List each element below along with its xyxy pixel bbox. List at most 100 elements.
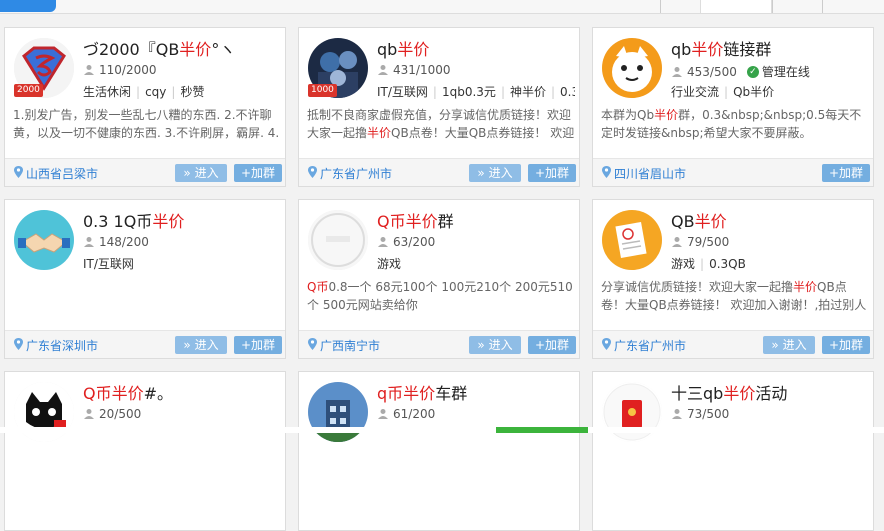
user-icon: [378, 409, 388, 419]
member-count: 20/500: [83, 407, 141, 421]
group-tag: IT/互联网: [83, 257, 134, 271]
group-tag: 0.3qb: [560, 85, 575, 99]
location-label[interactable]: 广东省广州市: [602, 337, 686, 354]
tmall-cat-icon[interactable]: [14, 382, 74, 442]
admin-online-status: ✓ 管理在线: [746, 63, 810, 80]
join-group-button[interactable]: +加群: [234, 336, 282, 354]
default-avatar-icon[interactable]: [308, 210, 368, 270]
group-tag: IT/互联网: [377, 85, 428, 99]
user-icon: [84, 409, 94, 419]
group-tag: 秒赞: [180, 85, 205, 99]
member-count: 61/200: [377, 407, 435, 421]
group-title[interactable]: 0.3 1Q币半价: [83, 208, 184, 232]
user-icon: [84, 237, 94, 247]
group-card[interactable]: Q币半价群 63/200 游戏 Q币0.8一个 68元100个 100元210个 20…: [298, 199, 580, 359]
card-footer: 广西南宁市 » 进入 +加群: [299, 330, 579, 358]
location-label[interactable]: 山西省吕梁市: [14, 165, 98, 182]
join-group-button[interactable]: +加群: [528, 336, 576, 354]
user-icon: [672, 66, 682, 77]
document-icon[interactable]: [602, 210, 662, 270]
enter-button[interactable]: » 进入: [763, 336, 815, 354]
group-card[interactable]: Q币半价#。 20/500: [4, 371, 286, 531]
level-badge: 2000: [14, 84, 43, 97]
building-icon[interactable]: [308, 382, 368, 442]
bottom-strip: [0, 427, 884, 433]
group-description: 抵制不良商家虚假充值，分享诚信优质链接！欢迎大家一起撸半价QB点卷！大量QB点券…: [307, 108, 575, 140]
group-tag: 行业交流: [671, 85, 720, 99]
location-label[interactable]: 广东省广州市: [308, 165, 392, 182]
group-card[interactable]: qb半价链接群 453/500 ✓ 管理在线 行业交流 | Qb半价 本群为Qb半价群，0.3…: [592, 27, 874, 187]
group-tag: 游戏: [671, 257, 696, 271]
group-card[interactable]: q币半价车群 61/200: [298, 371, 580, 531]
group-title[interactable]: qb半价: [377, 36, 429, 60]
group-tag: 0.3QB: [709, 257, 746, 271]
user-icon: [378, 65, 388, 75]
location-pin-icon: [308, 166, 317, 181]
location-pin-icon: [602, 166, 611, 181]
group-card[interactable]: 十三qb半价活动 73/500: [592, 371, 874, 531]
user-icon: [378, 237, 388, 247]
location-pin-icon: [308, 338, 317, 353]
group-tag: cqy: [145, 85, 167, 99]
top-logo-tab[interactable]: [0, 0, 56, 12]
card-footer: 广东省广州市 » 进入 +加群: [299, 158, 579, 186]
level-badge: 1000: [308, 84, 337, 97]
group-title[interactable]: QB半价: [671, 208, 727, 232]
group-tags: 生活休闲 | cqy | 秒赞: [83, 85, 205, 99]
group-title[interactable]: づ2000『QB半价°ヽ: [83, 36, 235, 60]
location-label[interactable]: 四川省眉山市: [602, 165, 686, 182]
group-tag: 生活休闲: [83, 85, 132, 99]
card-footer: 广东省广州市 » 进入 +加群: [593, 330, 873, 358]
group-tags: IT/互联网: [83, 255, 281, 272]
group-tag: 1qb0.3元: [441, 85, 496, 99]
group-description: 本群为Qb半价群，0.3&nbsp;&nbsp;0.5每天不定时发链接&nbsp…: [601, 108, 862, 140]
handshake-icon[interactable]: [14, 210, 74, 270]
enter-button[interactable]: » 进入: [175, 164, 227, 182]
top-navigation-bar: [0, 0, 884, 14]
card-footer: 广东省深圳市 » 进入 +加群: [5, 330, 285, 358]
member-count: 431/1000: [377, 63, 451, 77]
red-envelope-icon[interactable]: [602, 382, 662, 442]
member-count: 110/2000: [83, 63, 157, 77]
location-label[interactable]: 广东省深圳市: [14, 337, 98, 354]
group-description: 分享诚信优质链接！欢迎大家一起撸半价QB点卷！大量QB点券链接！ 欢迎加入谢谢！…: [601, 280, 867, 312]
join-group-button[interactable]: +加群: [528, 164, 576, 182]
user-icon: [84, 65, 94, 75]
group-tag: 神半价: [509, 85, 546, 99]
member-count: 79/500: [671, 235, 729, 249]
member-count: 148/200: [83, 235, 149, 249]
group-tags: IT/互联网|1qb0.3元|神半价|0.3qb: [377, 83, 575, 100]
group-description: Q币0.8一个 68元100个 100元210个 200元510个 500元网站…: [307, 280, 573, 312]
group-title[interactable]: 十三qb半价活动: [671, 380, 787, 404]
user-icon: [672, 409, 682, 419]
member-count: 63/200: [377, 235, 435, 249]
group-title[interactable]: Q币半价#。: [83, 380, 173, 404]
group-title[interactable]: qb半价链接群: [671, 36, 771, 60]
join-group-button[interactable]: +加群: [822, 336, 870, 354]
enter-button[interactable]: » 进入: [175, 336, 227, 354]
join-group-button[interactable]: +加群: [822, 164, 870, 182]
group-tags: 游戏 | 0.3QB: [671, 257, 746, 271]
cartoon-face-icon[interactable]: [602, 38, 662, 98]
member-count: 73/500: [671, 407, 729, 421]
card-footer: 四川省眉山市 +加群: [593, 158, 873, 186]
group-card[interactable]: 1000 qb半价 431/1000 IT/互联网|1qb0.3元|神半价|0.3qb…: [298, 27, 580, 187]
user-icon: [672, 237, 682, 247]
check-icon: ✓: [746, 65, 759, 78]
group-title[interactable]: q币半价车群: [377, 380, 467, 404]
group-card[interactable]: QB半价 79/500 游戏 | 0.3QB 分享诚信优质链接！欢迎大家一起撸半价QB点卷…: [592, 199, 874, 359]
group-card[interactable]: 2000 づ2000『QB半价°ヽ 110/2000 生活休闲 | cqy | 秒赞 1.别发广…: [4, 27, 286, 187]
card-footer: 山西省吕梁市 » 进入 +加群: [5, 158, 285, 186]
location-pin-icon: [602, 338, 611, 353]
join-group-button[interactable]: +加群: [234, 164, 282, 182]
group-card[interactable]: 0.3 1Q币半价 148/200 IT/互联网广东省深圳市 » 进入 +加群: [4, 199, 286, 359]
location-label[interactable]: 广西南宁市: [308, 337, 380, 354]
enter-button[interactable]: » 进入: [469, 164, 521, 182]
active-tab[interactable]: [700, 0, 772, 13]
member-count: 453/500 ✓ 管理在线: [671, 63, 810, 80]
enter-button[interactable]: » 进入: [469, 336, 521, 354]
group-title[interactable]: Q币半价群: [377, 208, 454, 232]
group-tag: Qb半价: [733, 85, 775, 99]
location-pin-icon: [14, 338, 23, 353]
group-description: 1.别发广告，别发一些乱七八糟的东西. 2.不许聊黄，以及一切不健康的东西. 3…: [13, 108, 280, 140]
